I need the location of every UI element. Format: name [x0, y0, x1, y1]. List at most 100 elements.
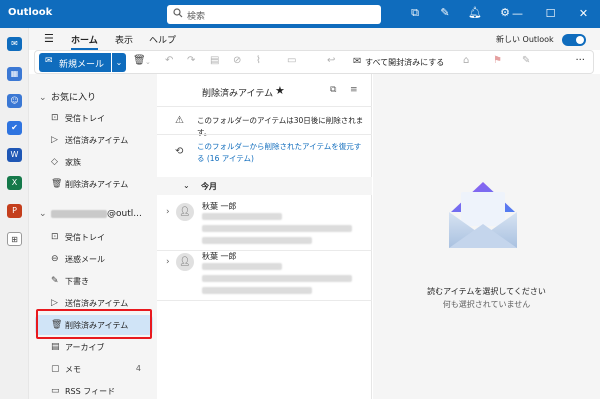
avatar: 👤︎ [176, 253, 194, 271]
menu-bar: ☰ ホーム 表示 ヘルプ 新しい Outlook [29, 28, 600, 50]
folder-rss[interactable]: ▭ RSS フィード [35, 381, 153, 399]
folder-inbox[interactable]: ⊡ 受信トレイ [35, 227, 153, 247]
trash-icon: 🗑︎ [51, 179, 63, 189]
favorite-sent[interactable]: ▷ 送信済みアイテム [35, 130, 153, 150]
archive-icon: ▤ [51, 342, 60, 352]
message-list: 削除済みアイテム ★ ⧉ ≡ ⚠ このフォルダーのアイテムは30日後に削除されま… [157, 74, 372, 399]
excel-app-icon[interactable]: X [7, 176, 22, 190]
new-mail-dropdown[interactable]: ⌄ [112, 53, 126, 72]
star-icon[interactable]: ★ [275, 84, 285, 97]
pin-icon[interactable]: ✎ [522, 55, 530, 66]
unread-count: 4 [135, 364, 141, 373]
redacted-text [202, 213, 282, 220]
favorite-deleted[interactable]: 🗑︎ 削除済みアイテム [35, 174, 153, 194]
new-outlook-label: 新しい Outlook [496, 35, 554, 44]
folder-junk[interactable]: ⊖ 迷惑メール [35, 249, 153, 269]
folder-pane: ⌄ お気に入り ⊡ 受信トレイ ▷ 送信済みアイテム ◇ 家族 🗑︎ 削除済みアイ… [29, 74, 157, 399]
folder-icon: ▭ [51, 386, 60, 396]
chevron-down-icon: ⌄ [39, 209, 47, 219]
restore-icon: ⟲ [175, 146, 184, 157]
tag-icon: ◇ [51, 157, 58, 167]
draft-icon: ✎ [51, 276, 59, 286]
sweep-icon[interactable]: ⌇ [256, 55, 261, 66]
search-icon [173, 8, 183, 21]
folder-drafts[interactable]: ✎ 下書き [35, 271, 153, 291]
folder-notes[interactable]: ▢ メモ 4 [35, 359, 153, 379]
redacted-text [202, 287, 312, 294]
folder-title: 削除済みアイテム [202, 89, 274, 99]
list-item[interactable]: › 👤︎ 秋葉 一郎 [157, 247, 372, 301]
restore-link[interactable]: このフォルダーから削除されたアイテムを復元する (16 アイテム) [197, 141, 367, 165]
undo-icon[interactable]: ↶ [165, 55, 173, 66]
restore-notice: ⟲ このフォルダーから削除されたアイテムを復元する (16 アイテム) [157, 134, 372, 170]
send-icon: ▷ [51, 135, 58, 145]
favorite-inbox[interactable]: ⊡ 受信トレイ [35, 108, 153, 128]
close-button[interactable]: ✕ [567, 0, 600, 28]
minimize-button[interactable]: — [501, 0, 534, 28]
whiteboard-icon[interactable]: ✎ [430, 6, 460, 20]
send-icon: ▷ [51, 298, 58, 308]
hamburger-icon[interactable]: ☰ [44, 32, 54, 45]
redacted-text [202, 225, 352, 232]
chevron-right-icon[interactable]: › [166, 207, 170, 217]
archive-icon[interactable]: ▤ [210, 55, 219, 66]
powerpoint-app-icon[interactable]: P [7, 204, 22, 218]
tab-help[interactable]: ヘルプ [149, 33, 176, 46]
app-title: Outlook [8, 7, 53, 18]
filter-icon[interactable]: ≡ [350, 85, 358, 95]
list-item[interactable]: › 👤︎ 秋葉 一郎 [157, 197, 372, 251]
redacted-text [202, 263, 282, 270]
more-apps-icon[interactable]: ⊞ [7, 232, 22, 246]
reading-pane: 読むアイテムを選択してください 何も選択されていません [373, 74, 600, 399]
tab-home[interactable]: ホーム [71, 33, 98, 50]
chevron-down-icon: ⌄ [39, 93, 47, 103]
tab-view[interactable]: 表示 [115, 33, 133, 46]
people-app-icon[interactable]: ☺ [7, 94, 22, 108]
chevron-down-icon[interactable]: ⌄ [145, 58, 151, 66]
flag-icon[interactable]: ⚑ [493, 55, 502, 66]
note-icon: ▢ [51, 364, 60, 374]
calendar-app-icon[interactable]: ▦ [7, 67, 22, 81]
favorite-family[interactable]: ◇ 家族 [35, 152, 153, 172]
bell-icon[interactable]: 🔔︎ [460, 6, 490, 20]
delete-icon[interactable]: 🗑︎ [133, 55, 146, 66]
highlight-box [36, 309, 152, 339]
account-header[interactable]: ⌄ @outl... [39, 209, 142, 219]
inbox-icon: ⊡ [51, 113, 59, 123]
folder-archive[interactable]: ▤ アーカイブ [35, 337, 153, 357]
search-input[interactable]: 検索 [167, 5, 381, 24]
mail-app-icon[interactable]: ✉ [7, 37, 22, 51]
new-mail-button[interactable]: ✉ 新規メール [39, 53, 111, 72]
redacted-text [202, 237, 312, 244]
new-outlook-toggle[interactable] [562, 34, 586, 46]
ribbon-toolbar: ✉ 新規メール ⌄ 🗑︎ ⌄ ↶ ↷ ▤ ⊘ ⌇ ▭ ↩ ✉ すべて開封済みにす… [34, 50, 594, 74]
account-name-redacted [51, 209, 107, 218]
chevron-down-icon: ⌄ [183, 181, 190, 190]
envelope-illustration [449, 182, 517, 248]
empty-state-title: 読むアイテムを選択してください [427, 287, 546, 296]
tag-icon[interactable]: ⌂ [463, 55, 469, 66]
word-app-icon[interactable]: W [7, 148, 22, 162]
todo-app-icon[interactable]: ✔ [7, 121, 22, 135]
select-icon[interactable]: ⧉ [330, 85, 336, 95]
mark-all-read-button[interactable]: すべて開封済みにする [365, 57, 444, 68]
empty-state-subtitle: 何も選択されていません [442, 300, 531, 309]
warning-icon: ⚠ [175, 115, 184, 126]
new-mail-label: 新規メール [59, 60, 105, 70]
teams-icon[interactable]: ⧉ [400, 6, 430, 20]
retention-notice: ⚠ このフォルダーのアイテムは30日後に削除されます。 [157, 106, 372, 137]
search-placeholder: 検索 [187, 12, 206, 22]
avatar: 👤︎ [176, 203, 194, 221]
redo-icon[interactable]: ↷ [187, 55, 195, 66]
report-icon[interactable]: ⊘ [233, 55, 241, 66]
group-header[interactable]: ⌄ 今月 [157, 177, 372, 195]
title-bar: Outlook 検索 ⧉ ✎ 🔔︎ ⚙ — ☐ ✕ [0, 0, 600, 28]
list-header: 削除済みアイテム ★ ⧉ ≡ [157, 74, 372, 104]
move-to-folder-icon[interactable]: ▭ [287, 55, 296, 66]
chevron-right-icon[interactable]: › [166, 257, 170, 267]
compose-icon: ✉ [45, 56, 53, 66]
favorites-header[interactable]: ⌄ お気に入り [39, 90, 96, 103]
more-options-icon[interactable]: ··· [575, 55, 585, 66]
reply-icon[interactable]: ↩ [327, 55, 335, 66]
maximize-button[interactable]: ☐ [534, 0, 567, 28]
